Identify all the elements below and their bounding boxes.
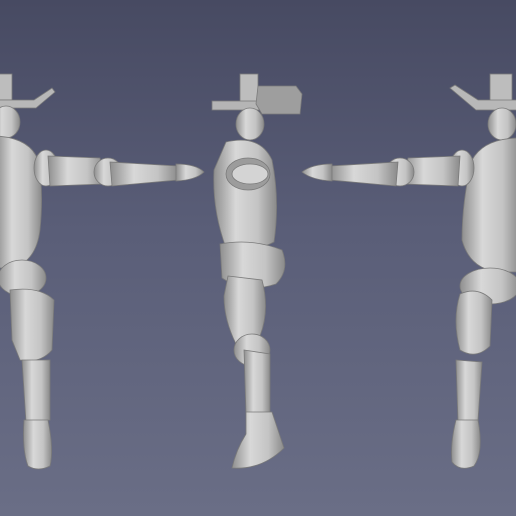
head — [0, 105, 21, 139]
forearm — [109, 161, 179, 187]
hat-crown — [239, 73, 259, 103]
sculpt-render — [0, 73, 516, 470]
hat-crown — [0, 73, 13, 101]
shin — [243, 349, 271, 415]
3d-viewport[interactable] — [0, 0, 516, 516]
shin — [455, 359, 483, 423]
thigh — [455, 290, 493, 355]
foot — [451, 419, 481, 469]
foot — [231, 411, 285, 469]
arm-stub — [231, 163, 269, 185]
hand — [301, 163, 333, 182]
head — [235, 107, 265, 141]
torso — [0, 135, 42, 269]
thigh — [223, 275, 266, 345]
side-view-figure — [211, 73, 303, 469]
foot — [23, 419, 52, 470]
forearm — [329, 161, 399, 187]
shin — [21, 359, 51, 423]
back-view-figure — [301, 73, 516, 469]
torso — [213, 139, 277, 250]
hand — [175, 163, 205, 182]
head — [487, 107, 516, 141]
hat-buckle — [255, 85, 303, 115]
thigh — [9, 288, 55, 362]
hat-crown — [489, 73, 513, 103]
front-view-figure — [0, 73, 205, 470]
